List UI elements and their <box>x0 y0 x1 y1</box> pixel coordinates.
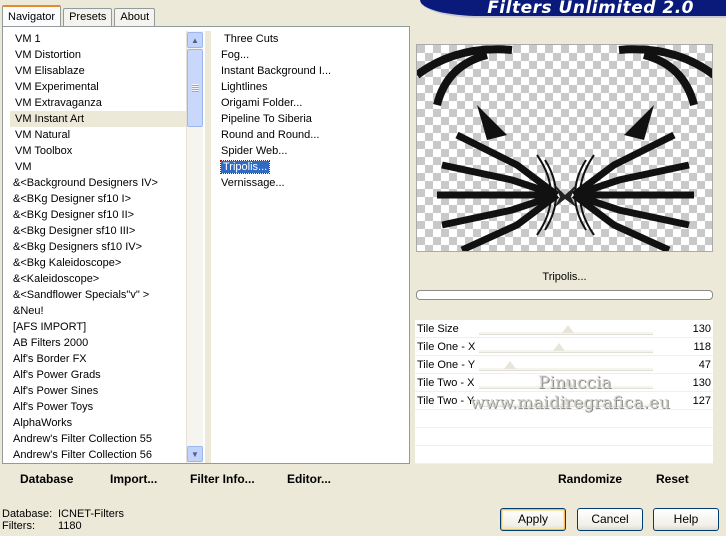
parameter-value: 130 <box>692 323 711 335</box>
category-item[interactable]: VM Toolbox <box>10 143 186 159</box>
category-item[interactable]: VM Natural <box>10 127 186 143</box>
reset-button[interactable]: Reset <box>656 466 689 492</box>
parameter-slider[interactable]: Tile One - X 118 <box>415 338 713 356</box>
cancel-button[interactable]: Cancel <box>577 508 643 531</box>
category-list[interactable]: VM 1 VM Distortion VM Elisablaze VM Experim… <box>10 31 186 463</box>
category-item[interactable]: &<Bkg Kaleidoscope> <box>10 255 186 271</box>
progress-bar <box>416 290 713 300</box>
slider-thumb[interactable] <box>553 343 566 351</box>
category-item[interactable]: VM Distortion <box>10 47 186 63</box>
filter-item[interactable]: Round and Round... <box>218 127 406 143</box>
category-item[interactable]: &<Kaleidoscope> <box>10 271 186 287</box>
category-item[interactable]: Alf's Power Toys <box>10 399 186 415</box>
parameter-label: Tile Two - X <box>417 377 475 389</box>
filter-item[interactable]: Three Cuts <box>218 31 406 47</box>
editor-button[interactable]: Editor... <box>287 466 331 492</box>
status-info: Database: ICNET-Filters Filters: 1180 <box>2 508 124 532</box>
parameter-value: 130 <box>692 377 711 389</box>
randomize-button[interactable]: Randomize <box>558 466 622 492</box>
parameter-slider[interactable]: Tile Two - X 130 <box>415 374 713 392</box>
category-item[interactable]: Alf's Power Grads <box>10 367 186 383</box>
filter-item[interactable]: Origami Folder... <box>218 95 406 111</box>
parameter-slider[interactable]: Tile Two - Y 127 <box>415 392 713 410</box>
category-item[interactable]: Alf's Border FX <box>10 351 186 367</box>
selected-filter-name: Tripolis... <box>416 268 713 286</box>
parameter-sliders: Tile Size 130 Tile One - X 118 Tile One - Y 4… <box>415 320 713 464</box>
toolbar: Database Import... Filter Info... Editor… <box>0 466 726 492</box>
filter-item[interactable]: Tripolis... <box>218 159 406 175</box>
import-button[interactable]: Import... <box>110 466 157 492</box>
category-item[interactable]: VM <box>10 159 186 175</box>
filter-info-button[interactable]: Filter Info... <box>190 466 255 492</box>
category-item[interactable]: Andrew's Filter Collection 55 <box>10 431 186 447</box>
filter-item[interactable]: Spider Web... <box>218 143 406 159</box>
category-item[interactable]: Alf's Power Sines <box>10 383 186 399</box>
category-item[interactable]: AlphaWorks <box>10 415 186 431</box>
parameter-slider[interactable]: Tile Size 130 <box>415 320 713 338</box>
category-item[interactable]: [AFS IMPORT] <box>10 319 186 335</box>
category-item[interactable]: VM Elisablaze <box>10 63 186 79</box>
slider-track[interactable] <box>479 350 653 353</box>
filter-item[interactable]: Pipeline To Siberia <box>218 111 406 127</box>
filter-item[interactable]: Lightlines <box>218 79 406 95</box>
empty-parameter-row <box>415 428 713 446</box>
category-scrollbar[interactable]: ▲ ▼ <box>186 31 203 463</box>
parameter-label: Tile Size <box>417 323 459 335</box>
parameter-label: Tile One - Y <box>417 359 476 371</box>
category-item[interactable]: VM Experimental <box>10 79 186 95</box>
category-item[interactable]: &<BKg Designer sf10 II> <box>10 207 186 223</box>
category-item[interactable]: &<BKg Designer sf10 I> <box>10 191 186 207</box>
slider-thumb[interactable] <box>560 397 572 405</box>
tab-presets[interactable]: Presets <box>63 8 113 26</box>
tab-bar: Navigator Presets About <box>2 4 157 27</box>
filter-item[interactable]: Vernissage... <box>218 175 406 191</box>
slider-thumb[interactable] <box>561 379 574 387</box>
parameter-label: Tile Two - Y <box>417 395 475 407</box>
scroll-up-icon[interactable]: ▲ <box>187 32 203 48</box>
filter-list[interactable]: Three Cuts Fog... Instant Background I... L… <box>218 31 406 463</box>
database-button[interactable]: Database <box>20 466 73 492</box>
help-button[interactable]: Help <box>653 508 719 531</box>
scroll-down-icon[interactable]: ▼ <box>187 446 203 462</box>
empty-parameter-row <box>415 410 713 428</box>
empty-parameter-row <box>415 446 713 464</box>
parameter-label: Tile One - X <box>417 341 476 353</box>
parameter-value: 127 <box>692 395 711 407</box>
app-banner: Filters Unlimited 2.0 <box>420 0 726 18</box>
database-value: ICNET-Filters <box>58 508 124 520</box>
parameter-value: 118 <box>693 341 711 353</box>
slider-thumb[interactable] <box>504 361 517 369</box>
parameter-value: 47 <box>698 359 711 371</box>
slider-thumb[interactable] <box>561 325 574 333</box>
category-item[interactable]: VM Extravaganza <box>10 95 186 111</box>
tab-navigator[interactable]: Navigator <box>2 5 62 27</box>
category-item[interactable]: &<Bkg Designers sf10 IV> <box>10 239 186 255</box>
preview-image <box>416 44 713 252</box>
category-item[interactable]: AB Filters 2000 <box>10 335 186 351</box>
category-item[interactable]: VM Instant Art <box>10 111 186 127</box>
category-item[interactable]: &<Bkg Designer sf10 III> <box>10 223 186 239</box>
apply-button[interactable]: Apply <box>500 508 566 531</box>
scroll-thumb[interactable] <box>187 49 203 127</box>
filter-item[interactable]: Fog... <box>218 47 406 63</box>
category-item[interactable]: &<Sandflower Specials"v" > <box>10 287 186 303</box>
category-item[interactable]: &<Background Designers IV> <box>10 175 186 191</box>
filter-item[interactable]: Instant Background I... <box>218 63 406 79</box>
tab-about[interactable]: About <box>114 8 156 26</box>
filters-count: 1180 <box>58 520 82 532</box>
category-item[interactable]: Andrew's Filter Collection 56 <box>10 447 186 463</box>
category-item[interactable]: VM 1 <box>10 31 186 47</box>
parameter-slider[interactable]: Tile One - Y 47 <box>415 356 713 374</box>
category-item[interactable]: &Neu! <box>10 303 186 319</box>
list-divider <box>205 31 211 463</box>
